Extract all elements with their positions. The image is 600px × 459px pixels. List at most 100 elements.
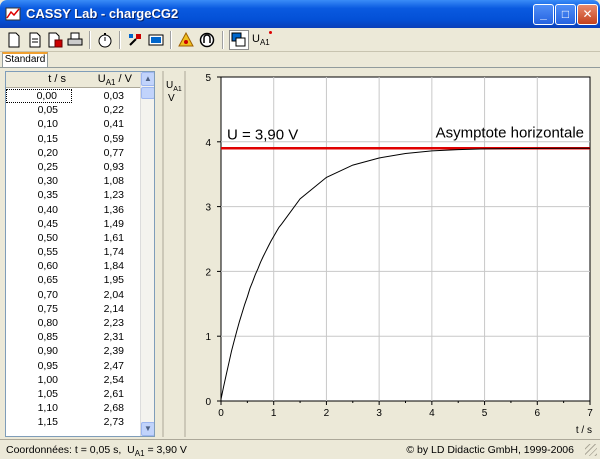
cell-voltage[interactable]: 2,04 (72, 288, 138, 302)
table-row[interactable]: 0,30 1,08 (6, 174, 141, 188)
scroll-down-button[interactable]: ▼ (141, 422, 154, 436)
scroll-up-button[interactable]: ▲ (141, 72, 154, 86)
cell-time[interactable]: 0,65 (6, 273, 72, 287)
cell-voltage[interactable]: 0,77 (72, 146, 138, 160)
save-file-button[interactable] (45, 30, 65, 50)
cell-voltage[interactable]: 1,36 (72, 203, 138, 217)
table-row[interactable]: 0,35 1,23 (6, 188, 141, 202)
x-tick-label: 0 (218, 408, 224, 419)
cell-voltage[interactable]: 1,84 (72, 259, 138, 273)
cell-voltage[interactable]: 1,74 (72, 245, 138, 259)
table-scrollbar[interactable]: ▲ ▼ (140, 72, 154, 436)
table-row[interactable]: 0,95 2,47 (6, 359, 141, 373)
cell-time[interactable]: 1,05 (6, 387, 72, 401)
cell-time[interactable]: 0,75 (6, 302, 72, 316)
cell-time[interactable]: 0,55 (6, 245, 72, 259)
cell-time[interactable]: 1,10 (6, 401, 72, 415)
x-tick-label: 4 (429, 408, 435, 419)
cell-time[interactable]: 0,85 (6, 330, 72, 344)
display-button[interactable] (146, 30, 166, 50)
cell-voltage[interactable]: 0,93 (72, 160, 138, 174)
cell-time[interactable]: 0,30 (6, 174, 72, 188)
table-row[interactable]: 0,15 0,59 (6, 132, 141, 146)
cell-time[interactable]: 0,10 (6, 117, 72, 131)
cell-voltage[interactable]: 2,68 (72, 401, 138, 415)
table-row[interactable]: 0,55 1,74 (6, 245, 141, 259)
cell-voltage[interactable]: 0,59 (72, 132, 138, 146)
table-row[interactable]: 1,00 2,54 (6, 373, 141, 387)
cell-time[interactable]: 0,35 (6, 188, 72, 202)
channel-ua1-button[interactable]: UA1 (252, 33, 270, 47)
chart-svg[interactable]: 0 1 2 3 4 5 6 7 0 1 2 3 4 5 UA1Vt / s U = 3,90 V Asympto… (160, 71, 597, 437)
parameters-button[interactable] (176, 30, 196, 50)
print-button[interactable] (65, 30, 85, 50)
tab-bar: Standard (0, 52, 600, 67)
open-file-button[interactable] (25, 30, 45, 50)
y-axis-unit: V (168, 93, 175, 104)
table-row[interactable]: 0,20 0,77 (6, 146, 141, 160)
cell-voltage[interactable]: 1,08 (72, 174, 138, 188)
cell-voltage[interactable]: 1,61 (72, 231, 138, 245)
cell-time[interactable]: 0,60 (6, 259, 72, 273)
cell-time[interactable]: 0,45 (6, 217, 72, 231)
table-row[interactable]: 0,10 0,41 (6, 117, 141, 131)
cell-time[interactable]: 0,90 (6, 344, 72, 358)
table-row[interactable]: 0,45 1,49 (6, 217, 141, 231)
cell-voltage[interactable]: 2,73 (72, 415, 138, 429)
table-row[interactable]: 0,70 2,04 (6, 288, 141, 302)
cell-voltage[interactable]: 1,95 (72, 273, 138, 287)
stopwatch-button[interactable] (95, 30, 115, 50)
cell-voltage[interactable]: 1,23 (72, 188, 138, 202)
control-button[interactable] (197, 30, 217, 50)
tab-standard[interactable]: Standard (2, 52, 48, 67)
table-row[interactable]: 0,50 1,61 (6, 231, 141, 245)
table-row[interactable]: 0,80 2,23 (6, 316, 141, 330)
cell-voltage[interactable]: 2,61 (72, 387, 138, 401)
cell-time[interactable]: 0,05 (6, 103, 72, 117)
cell-time[interactable]: 0,20 (6, 146, 72, 160)
cell-time[interactable]: 1,15 (6, 415, 72, 429)
cell-voltage[interactable]: 2,54 (72, 373, 138, 387)
table-row[interactable]: 0,85 2,31 (6, 330, 141, 344)
new-file-button[interactable] (4, 30, 24, 50)
maximize-button[interactable]: □ (555, 4, 576, 25)
column-header-time[interactable]: t / s (6, 73, 72, 87)
scroll-thumb[interactable] (141, 87, 154, 99)
cell-voltage[interactable]: 0,41 (72, 117, 138, 131)
cell-time[interactable]: 0,00 (6, 89, 72, 103)
minimize-button[interactable]: _ (533, 4, 554, 25)
window-button[interactable] (229, 30, 249, 50)
cell-voltage[interactable]: 0,22 (72, 103, 138, 117)
cell-voltage[interactable]: 0,03 (72, 89, 138, 103)
cell-time[interactable]: 0,80 (6, 316, 72, 330)
chart-panel[interactable]: 0 1 2 3 4 5 6 7 0 1 2 3 4 5 UA1 Vt / s U = 3,90 V Asympto… (160, 71, 597, 437)
cell-time[interactable]: 0,25 (6, 160, 72, 174)
close-button[interactable]: ✕ (577, 4, 598, 25)
cell-time[interactable]: 0,95 (6, 359, 72, 373)
table-row[interactable]: 1,15 2,73 (6, 415, 141, 429)
settings-button[interactable] (125, 30, 145, 50)
cell-time[interactable]: 0,50 (6, 231, 72, 245)
cell-voltage[interactable]: 2,23 (72, 316, 138, 330)
table-row[interactable]: 0,60 1,84 (6, 259, 141, 273)
cell-time[interactable]: 0,15 (6, 132, 72, 146)
table-row[interactable]: 0,75 2,14 (6, 302, 141, 316)
cell-voltage[interactable]: 2,47 (72, 359, 138, 373)
table-row[interactable]: 0,05 0,22 (6, 103, 141, 117)
cell-time[interactable]: 1,00 (6, 373, 72, 387)
cell-voltage[interactable]: 2,14 (72, 302, 138, 316)
resize-grip[interactable] (585, 444, 597, 456)
table-row[interactable]: 0,90 2,39 (6, 344, 141, 358)
cell-time[interactable]: 0,70 (6, 288, 72, 302)
table-row[interactable]: 0,40 1,36 (6, 203, 141, 217)
table-row[interactable]: 1,05 2,61 (6, 387, 141, 401)
cell-voltage[interactable]: 2,39 (72, 344, 138, 358)
column-header-voltage[interactable]: UA1 / V (72, 73, 138, 87)
table-row[interactable]: 0,25 0,93 (6, 160, 141, 174)
cell-voltage[interactable]: 1,49 (72, 217, 138, 231)
cell-time[interactable]: 0,40 (6, 203, 72, 217)
table-row[interactable]: 0,65 1,95 (6, 273, 141, 287)
table-row[interactable]: 1,10 2,68 (6, 401, 141, 415)
cell-voltage[interactable]: 2,31 (72, 330, 138, 344)
table-row[interactable]: 0,00 0,03 (6, 89, 141, 103)
